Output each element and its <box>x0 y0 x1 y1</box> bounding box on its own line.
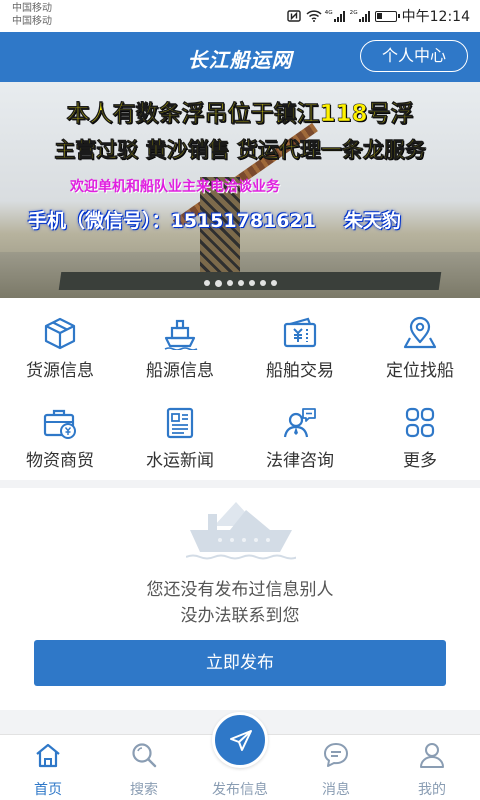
app-header: 长江船运网 个人中心 <box>0 32 480 82</box>
carousel-dot[interactable] <box>214 279 222 287</box>
menu-shipping-news[interactable]: 水运新闻 <box>120 388 240 478</box>
carousel-dot[interactable] <box>270 280 277 286</box>
menu-label: 法律咨询 <box>266 451 334 471</box>
nav-label: 我的 <box>418 782 446 798</box>
ship-icon <box>162 316 198 351</box>
status-icons: ⁴ᴳ ²ᴳ 中午12:14 <box>286 7 470 25</box>
send-icon <box>230 730 252 751</box>
signal-icon-1: ⁴ᴳ <box>325 10 345 22</box>
menu-label: 更多 <box>403 451 437 471</box>
banner-phone: 手机（微信号）：15151781621 <box>28 210 316 232</box>
carousel-dot[interactable] <box>237 280 244 286</box>
nav-mine[interactable]: 我的 <box>384 735 480 800</box>
carousel-dot[interactable] <box>203 280 210 286</box>
publish-fab-button[interactable] <box>212 712 268 768</box>
nav-label: 搜索 <box>130 782 158 798</box>
menu-label: 船舶交易 <box>266 361 334 381</box>
status-bar: 中国移动 中国移动 ⁴ᴳ ²ᴳ 中午12:14 <box>0 0 480 32</box>
empty-state-panel: 您还没有发布过信息别人 没办法联系到您 立即发布 <box>0 488 480 710</box>
message-icon <box>324 743 348 767</box>
menu-label: 货源信息 <box>26 361 94 381</box>
nav-messages[interactable]: 消息 <box>288 735 384 800</box>
menu-label: 定位找船 <box>386 361 454 381</box>
menu-label: 物资商贸 <box>26 451 94 471</box>
network-type-1: ⁴ᴳ <box>324 10 333 20</box>
ticket-icon <box>282 316 318 350</box>
carousel-dot[interactable] <box>248 280 255 286</box>
empty-state-message-line1: 您还没有发布过信息别人 <box>146 580 334 600</box>
empty-state-message-line2: 没办法联系到您 <box>180 606 300 626</box>
menu-cargo-info[interactable]: 货源信息 <box>0 298 120 388</box>
promo-banner[interactable]: 本人有数条浮吊位于镇江118号浮 主营过驳 黄沙销售 货运代理一条龙服务 欢迎单… <box>0 82 480 298</box>
carousel-dot[interactable] <box>259 280 266 286</box>
carrier-label-2: 中国移动 <box>12 16 52 27</box>
grid-more-icon <box>402 406 438 440</box>
banner-services: 主营过驳 黄沙销售 货运代理一条龙服务 <box>54 138 426 163</box>
menu-ship-info[interactable]: 船源信息 <box>120 298 240 388</box>
menu-ship-trade[interactable]: 船舶交易 <box>240 298 360 388</box>
carousel-dot[interactable] <box>226 280 233 286</box>
map-pin-icon <box>402 316 438 350</box>
search-icon <box>132 743 157 768</box>
nav-search[interactable]: 搜索 <box>96 735 192 800</box>
home-icon <box>36 743 60 768</box>
consultant-icon <box>282 406 318 440</box>
banner-headline: 本人有数条浮吊位于镇江118号浮 <box>66 101 414 128</box>
carrier-label-1: 中国移动 <box>12 3 52 14</box>
nav-label: 首页 <box>34 782 62 798</box>
publish-now-button[interactable]: 立即发布 <box>34 640 446 686</box>
nav-home[interactable]: 首页 <box>0 735 96 800</box>
banner-contact: 手机（微信号）：15151781621 朱天豹 <box>28 206 480 233</box>
menu-locate-ship[interactable]: 定位找船 <box>360 298 480 388</box>
newspaper-icon <box>162 406 198 440</box>
profile-center-button[interactable]: 个人中心 <box>360 40 468 72</box>
network-type-2: ²ᴳ <box>349 10 358 20</box>
banner-contact-name: 朱天豹 <box>343 210 401 232</box>
signal-icon-2: ²ᴳ <box>350 10 370 22</box>
menu-material-trade[interactable]: 物资商贸 <box>0 388 120 478</box>
menu-label: 水运新闻 <box>146 451 214 471</box>
nav-label: 发布信息 <box>212 782 268 798</box>
nav-label: 消息 <box>322 782 350 798</box>
menu-legal-consult[interactable]: 法律咨询 <box>240 388 360 478</box>
user-icon <box>420 743 444 768</box>
menu-more[interactable]: 更多 <box>360 388 480 478</box>
battery-icon <box>374 10 400 22</box>
nfc-icon <box>286 10 301 22</box>
cargo-box-icon <box>42 316 78 350</box>
feature-grid: 货源信息 船源信息 船舶交易 定位找船 物资商贸 水运新闻 法律咨询 更多 <box>0 298 480 480</box>
wifi-icon <box>306 10 322 22</box>
banner-welcome: 欢迎单机和船队业主来电洽谈业务 <box>70 179 280 195</box>
menu-label: 船源信息 <box>146 361 214 381</box>
clock: 中午12:14 <box>401 9 470 25</box>
ship-illustration-icon <box>185 500 299 560</box>
carousel-indicator <box>0 279 480 287</box>
briefcase-yen-icon <box>42 406 78 440</box>
